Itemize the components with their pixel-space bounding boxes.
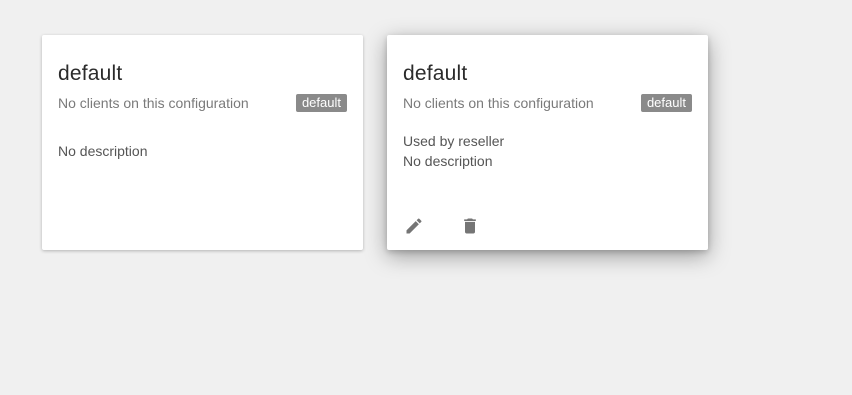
card-title: default — [58, 62, 123, 85]
default-badge: default — [295, 94, 347, 112]
card-subtitle-row: No clients on this configuration default — [403, 93, 692, 113]
card-subtitle: No clients on this configuration — [403, 95, 594, 111]
edit-button[interactable] — [403, 215, 425, 237]
trash-icon — [464, 218, 476, 234]
delete-button[interactable] — [459, 215, 481, 237]
configuration-card[interactable]: default No clients on this configuration… — [42, 35, 363, 250]
card-actions — [403, 215, 481, 237]
card-description-block: Used by reseller No description — [403, 131, 692, 171]
configuration-card-hovered[interactable]: default No clients on this configuration… — [387, 35, 708, 250]
card-subtitle-row: No clients on this configuration default — [58, 93, 347, 113]
card-description: No description — [58, 143, 148, 159]
card-description-block: No description — [58, 141, 347, 161]
used-by-text: Used by reseller — [403, 133, 505, 149]
card-title: default — [403, 62, 468, 85]
card-subtitle: No clients on this configuration — [58, 95, 249, 111]
default-badge: default — [640, 94, 692, 112]
card-description: No description — [403, 153, 493, 169]
pencil-icon — [406, 218, 422, 234]
